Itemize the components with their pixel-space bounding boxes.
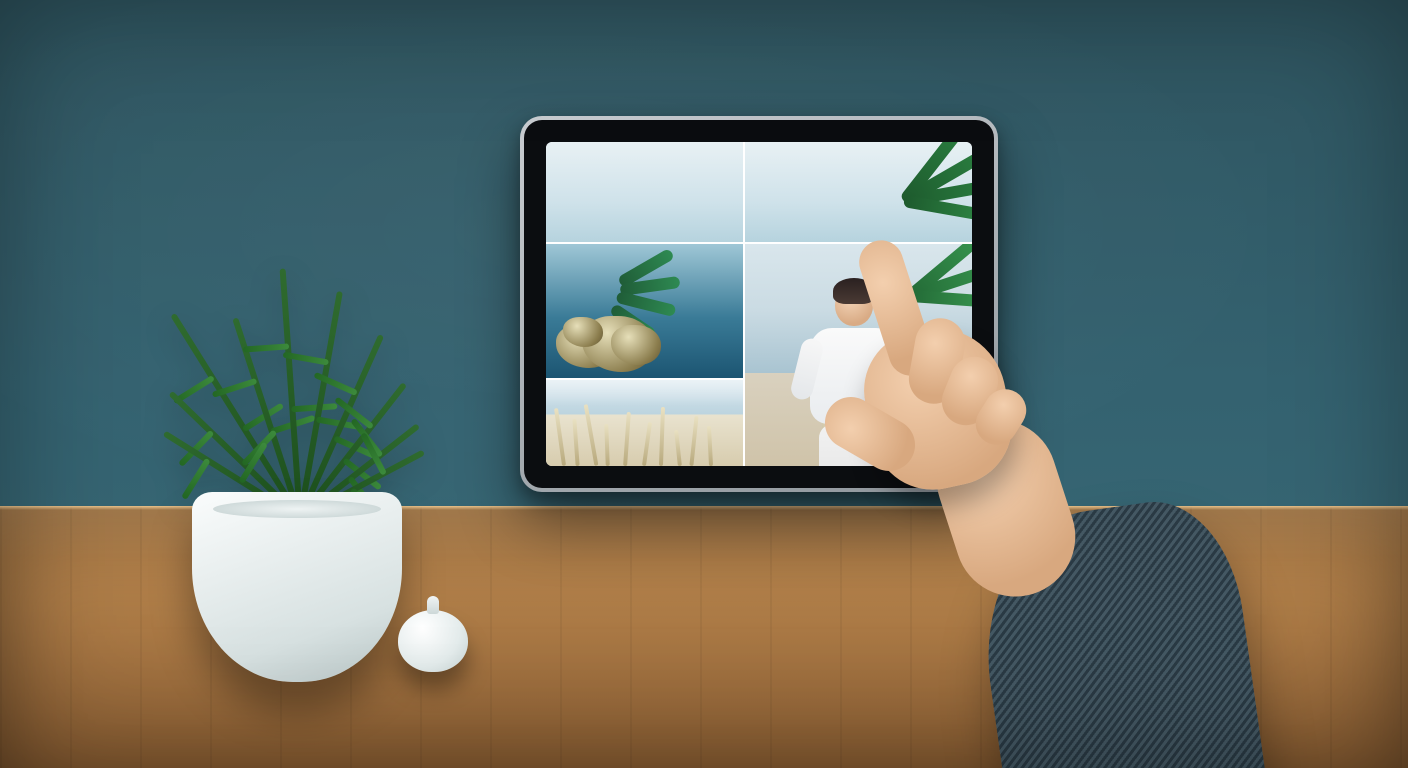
collage-tile-sea-rocks[interactable] [546, 244, 743, 378]
scene [0, 0, 1408, 768]
rocks-icon [552, 298, 660, 372]
small-vase [398, 610, 468, 672]
collage-tile-sky-palm[interactable] [745, 142, 972, 242]
reeds-icon [546, 399, 743, 466]
person-icon [810, 284, 898, 466]
collage-tile-reeds[interactable] [546, 380, 743, 466]
collage-tile-sky-left[interactable] [546, 142, 743, 242]
palm-fronds-icon [824, 142, 972, 242]
tablet-device[interactable] [520, 116, 998, 492]
tablet-bezel [524, 120, 994, 488]
collage-tile-woman-seaside[interactable] [745, 244, 972, 466]
tablet-screen[interactable] [546, 142, 972, 466]
potted-plant [150, 258, 450, 518]
